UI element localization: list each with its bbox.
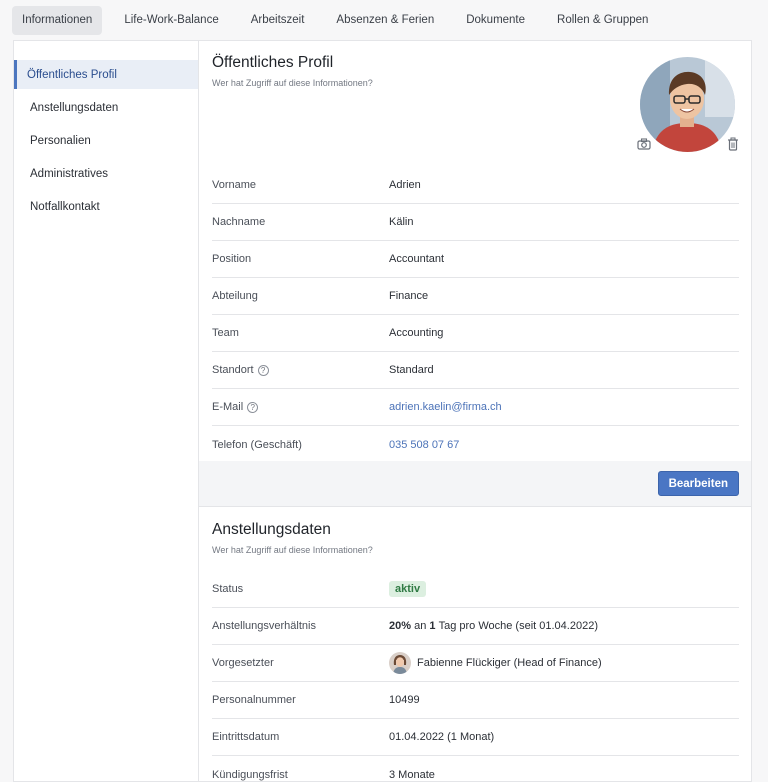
field-row-position: Position Accountant (212, 241, 739, 278)
field-label: Status (212, 583, 244, 595)
field-row-team: Team Accounting (212, 315, 739, 352)
field-value: Fabienne Flückiger (Head of Finance) (389, 652, 602, 674)
field-value: 01.04.2022 (1 Monat) (389, 731, 495, 743)
sidebar: Öffentliches Profil Anstellungsdaten Per… (14, 41, 199, 781)
field-value: Standard (389, 364, 434, 376)
main-panel: Öffentliches Profil Anstellungsdaten Per… (13, 40, 752, 782)
field-label: Vorname (212, 179, 257, 191)
section-subtitle-anstellungsdaten[interactable]: Wer hat Zugriff auf diese Informationen? (212, 545, 373, 555)
field-value: 3 Monate (389, 768, 435, 781)
field-row-personalnummer: Personalnummer 10499 (212, 682, 739, 719)
tab-life-work-balance[interactable]: Life-Work-Balance (114, 6, 228, 35)
relation-mid: an (414, 620, 427, 632)
tab-dokumente[interactable]: Dokumente (456, 6, 535, 35)
email-link[interactable]: adrien.kaelin@firma.ch (389, 401, 502, 413)
field-label: Kündigungsfrist (212, 768, 288, 781)
field-row-email: E-Mail ? adrien.kaelin@firma.ch (212, 389, 739, 426)
field-label: Anstellungsverhältnis (212, 620, 316, 632)
field-value: aktiv (389, 581, 427, 597)
field-value: Accountant (389, 253, 445, 265)
field-row-status: Status aktiv (212, 571, 739, 608)
manager-photo-icon (389, 652, 411, 674)
content-area: Öffentliches Profil Wer hat Zugriff auf … (199, 41, 751, 781)
manager-name[interactable]: Fabienne Flückiger (Head of Finance) (417, 657, 602, 669)
section-subtitle-profil[interactable]: Wer hat Zugriff auf diese Informationen? (212, 78, 373, 88)
tab-rollen-gruppen[interactable]: Rollen & Gruppen (547, 6, 658, 35)
manager-avatar[interactable] (389, 652, 411, 674)
field-value: Adrien (389, 179, 421, 191)
field-label: Nachname (212, 216, 266, 228)
field-label-standort: Standort ? (212, 364, 389, 376)
phone-link[interactable]: 035 508 07 67 (389, 439, 459, 451)
field-row-vorgesetzter: Vorgesetzter Fabienne Flückiger (Head of… (212, 645, 739, 682)
camera-icon[interactable] (637, 138, 651, 153)
top-tabs: Informationen Life-Work-Balance Arbeitsz… (0, 0, 768, 40)
avatar-photo-icon (640, 57, 735, 152)
field-label-text: Standort (212, 364, 254, 376)
field-label-text: E-Mail (212, 401, 244, 413)
field-label: Position (212, 253, 252, 265)
section-title-anstellungsdaten: Anstellungsdaten (212, 521, 331, 538)
section-title-profil: Öffentliches Profil (212, 54, 334, 71)
tab-absenzen-ferien[interactable]: Absenzen & Ferien (326, 6, 444, 35)
sidebar-item-administratives[interactable]: Administratives (14, 159, 198, 188)
trash-icon[interactable] (727, 137, 739, 154)
field-row-standort: Standort ? Standard (212, 352, 739, 389)
field-label-email: E-Mail ? (212, 401, 389, 413)
help-icon[interactable]: ? (247, 401, 259, 413)
field-row-nachname: Nachname Kälin (212, 204, 739, 241)
field-value: Finance (389, 290, 429, 302)
field-row-anstellungsverhaeltnis: Anstellungsverhältnis 20% an 1 Tag pro W… (212, 608, 739, 645)
field-value: Kälin (389, 216, 414, 228)
profile-avatar[interactable] (640, 57, 735, 152)
field-label: Abteilung (212, 290, 258, 302)
status-badge: aktiv (389, 581, 427, 597)
sidebar-item-personalien[interactable]: Personalien (14, 126, 198, 155)
field-row-abteilung: Abteilung Finance (212, 278, 739, 315)
field-value: 10499 (389, 694, 420, 706)
field-row-kuendigungsfrist: Kündigungsfrist 3 Monate (212, 756, 739, 782)
sidebar-item-anstellungsdaten[interactable]: Anstellungsdaten (14, 93, 198, 122)
help-icon[interactable]: ? (257, 364, 269, 376)
profile-footer: Bearbeiten (199, 461, 751, 507)
sidebar-item-notfallkontakt[interactable]: Notfallkontakt (14, 192, 198, 221)
tab-informationen[interactable]: Informationen (12, 5, 103, 35)
field-row-telefon: Telefon (Geschäft) 035 508 07 67 (212, 426, 739, 463)
field-label: Telefon (Geschäft) (212, 438, 302, 451)
relation-days: 1 (429, 620, 436, 632)
field-label: Vorgesetzter (212, 657, 274, 669)
field-label: Eintrittsdatum (212, 731, 280, 743)
field-value: 20% an 1 Tag pro Woche (seit 01.04.2022) (389, 620, 598, 632)
field-value: Accounting (389, 327, 444, 339)
field-label: Personalnummer (212, 694, 296, 706)
field-row-eintrittsdatum: Eintrittsdatum 01.04.2022 (1 Monat) (212, 719, 739, 756)
sidebar-item-oeffentliches-profil[interactable]: Öffentliches Profil (14, 60, 198, 89)
relation-percent: 20% (389, 620, 412, 632)
field-label: Team (212, 327, 239, 339)
tab-arbeitszeit[interactable]: Arbeitszeit (241, 6, 315, 35)
relation-rest: Tag pro Woche (seit 01.04.2022) (438, 620, 598, 632)
edit-button[interactable]: Bearbeiten (657, 471, 739, 496)
field-row-vorname: Vorname Adrien (212, 167, 739, 204)
